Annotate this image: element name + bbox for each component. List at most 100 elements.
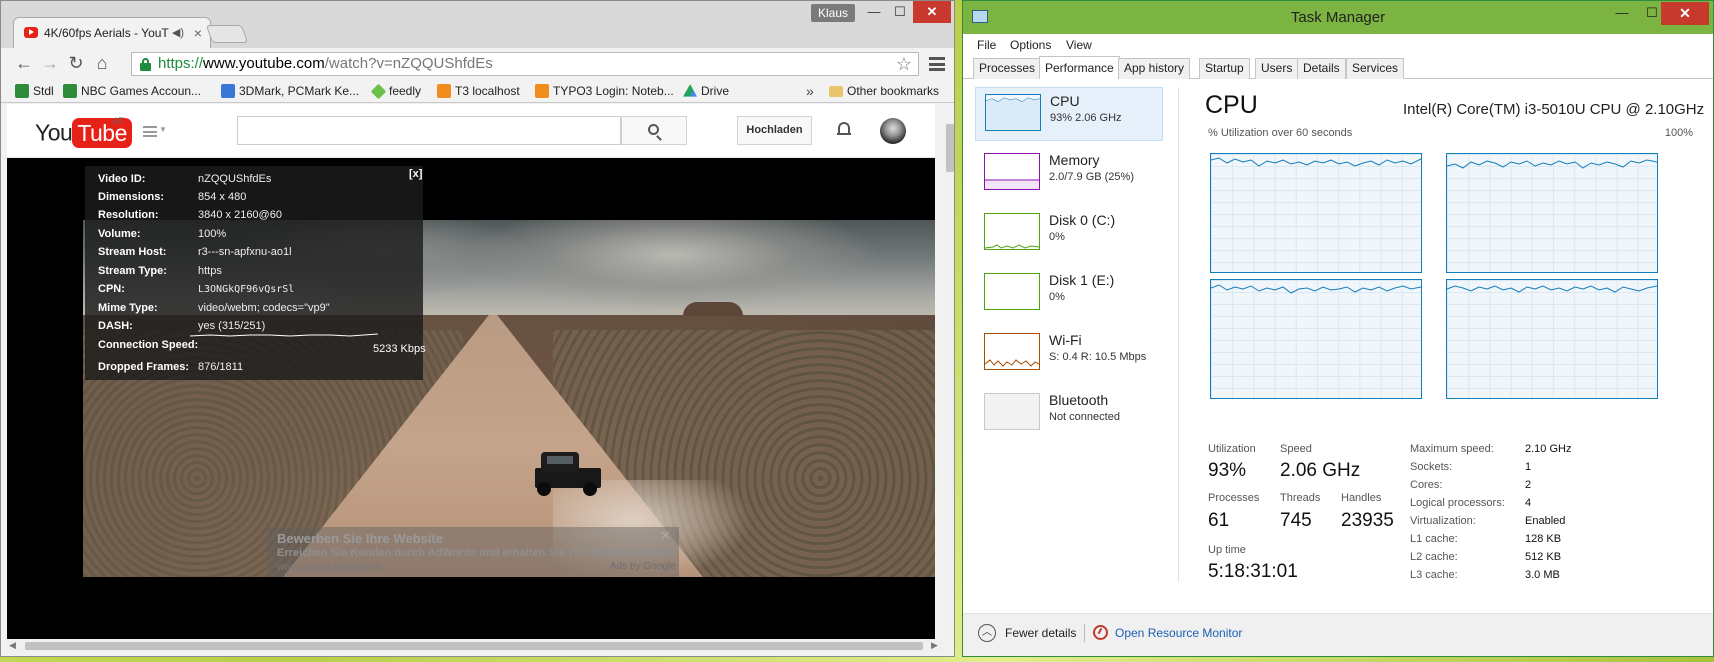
stats-close-button[interactable]: [x] <box>409 168 422 180</box>
processes-label: Processes <box>1208 492 1260 504</box>
forward-arrow-icon[interactable]: → <box>39 53 61 75</box>
bookmark-item[interactable]: T3 localhost <box>435 79 520 103</box>
chevron-up-icon[interactable]: ︿ <box>978 624 996 642</box>
browser-tab-active[interactable]: 4K/60fps Aerials - YouT ◀) × <box>13 17 211 48</box>
menu-file[interactable]: File <box>977 34 996 56</box>
stat-row: Dimensions: 854 x 480 <box>98 191 247 203</box>
scroll-right-arrow-icon[interactable]: ▶ <box>931 639 938 652</box>
reload-icon[interactable]: ↻ <box>65 53 87 75</box>
utilization-graph-max: 100% <box>1664 127 1693 139</box>
minimize-button[interactable]: — <box>861 1 887 23</box>
tab-performance[interactable]: Performance <box>1039 56 1120 80</box>
ad-overlay[interactable]: Bewerben Sie Ihre Website Erreichen Sie … <box>267 527 679 577</box>
resource-wifi[interactable]: Wi-Fi S: 0.4 R: 10.5 Mbps <box>975 327 1163 381</box>
stats-for-nerds-panel: [x] Video ID: nZQQUShfdEs Dimensions: 854 … <box>85 166 426 380</box>
tab-close-icon[interactable]: × <box>194 18 202 48</box>
resource-cpu[interactable]: CPU 93% 2.06 GHz <box>975 87 1163 141</box>
tab-processes[interactable]: Processes <box>973 58 1042 79</box>
detail-key: L3 cache: <box>1410 569 1458 581</box>
bookmark-item[interactable]: 3DMark, PCMark Ke... <box>219 79 359 103</box>
url-host: www.youtube.com <box>203 55 325 72</box>
detail-key: L2 cache: <box>1410 551 1458 563</box>
detail-key: L1 cache: <box>1410 533 1458 545</box>
task-manager-window: Task Manager — ☐ ✕ File Options View Pro… <box>962 0 1714 657</box>
search-input[interactable] <box>237 116 621 145</box>
ad-url[interactable]: www.google.at/adwords <box>277 562 383 573</box>
chrome-menu-icon[interactable] <box>929 57 945 71</box>
resource-disk1[interactable]: Disk 1 (E:) 0% <box>975 267 1163 321</box>
new-tab-button[interactable] <box>205 25 249 43</box>
scroll-left-arrow-icon[interactable]: ◀ <box>9 639 16 652</box>
tab-users[interactable]: Users <box>1255 58 1299 79</box>
threads-label: Threads <box>1280 492 1321 504</box>
ad-label: Ads by Google <box>610 561 676 572</box>
bookmark-item[interactable]: Stdl <box>13 79 54 103</box>
search-button[interactable] <box>621 116 687 145</box>
video-player[interactable]: [x] Video ID: nZQQUShfdEs Dimensions: 854 … <box>7 158 935 639</box>
connection-speed-graph <box>190 333 378 337</box>
resource-sub: Not connected <box>1049 411 1120 423</box>
resource-bluetooth[interactable]: Bluetooth Not connected <box>975 387 1163 441</box>
address-bar[interactable]: https://www.youtube.com/watch?v=nZQQUShf… <box>131 52 919 76</box>
open-resource-monitor-link[interactable]: Open Resource Monitor <box>1115 626 1242 640</box>
horizontal-scrollbar[interactable]: ◀ ▶ <box>7 639 944 652</box>
bookmarks-overflow-chevron[interactable]: » <box>806 79 814 103</box>
detail-value: 4 <box>1525 497 1532 509</box>
memory-mini-graph <box>984 153 1040 190</box>
tab-details[interactable]: Details <box>1297 58 1346 79</box>
guide-menu-icon[interactable] <box>143 126 157 137</box>
resource-memory[interactable]: Memory 2.0/7.9 GB (25%) <box>975 147 1163 201</box>
bookmark-item[interactable]: NBC Games Accoun... <box>61 79 201 103</box>
country-code: AT <box>113 116 124 126</box>
detail-key: Sockets: <box>1410 461 1453 473</box>
detail-value: 3.0 MB <box>1525 569 1560 581</box>
sheet-icon <box>63 84 77 98</box>
menu-view[interactable]: View <box>1066 34 1092 56</box>
menu-options[interactable]: Options <box>1010 34 1051 56</box>
stat-row: Dropped Frames: 876/1811 <box>98 361 244 373</box>
stat-row: Video ID: nZQQUShfdEs <box>98 173 272 185</box>
stat-row: Stream Type: https <box>98 265 222 277</box>
bookmark-item[interactable]: TYPO3 Login: Noteb... <box>533 79 674 103</box>
search-icon <box>648 124 659 135</box>
logical-processor-graph <box>1210 279 1422 399</box>
resource-monitor-icon[interactable] <box>1093 625 1108 640</box>
ad-title[interactable]: Bewerben Sie Ihre Website <box>277 531 443 546</box>
upload-button[interactable]: Hochladen <box>737 116 812 145</box>
cpu-heading: CPU <box>1205 91 1258 119</box>
youtube-masthead: You Tube AT ▼ Hochladen <box>7 104 935 158</box>
home-icon[interactable]: ⌂ <box>91 53 113 75</box>
bluetooth-mini-graph <box>984 393 1040 430</box>
resource-sub: 0% <box>1049 231 1065 243</box>
lock-icon <box>140 58 151 71</box>
resource-disk0[interactable]: Disk 0 (C:) 0% <box>975 207 1163 261</box>
detail-value: 1 <box>1525 461 1532 473</box>
detail-value: 2.10 GHz <box>1525 443 1572 455</box>
scrollbar-thumb[interactable] <box>946 124 954 172</box>
footer-separator <box>1084 624 1085 642</box>
close-button[interactable]: ✕ <box>913 1 951 23</box>
scrollbar-thumb[interactable] <box>25 642 923 650</box>
other-bookmarks-folder[interactable]: Other bookmarks <box>827 79 939 103</box>
tab-services[interactable]: Services <box>1346 58 1405 79</box>
disk0-mini-graph <box>984 213 1040 250</box>
notification-bell-icon[interactable] <box>837 122 851 137</box>
utilization-value: 93% <box>1208 460 1247 481</box>
pane-divider[interactable] <box>1178 87 1179 582</box>
vertical-scrollbar[interactable] <box>944 123 954 641</box>
close-button[interactable]: ✕ <box>1661 2 1709 25</box>
bookmark-star-icon[interactable]: ☆ <box>896 53 912 75</box>
detail-key: Cores: <box>1410 479 1443 491</box>
maximize-button[interactable]: ☐ <box>887 1 913 23</box>
ad-close-button[interactable]: ✕ <box>660 528 671 544</box>
minimize-button[interactable]: — <box>1609 5 1635 20</box>
back-arrow-icon[interactable]: ← <box>13 53 35 75</box>
bookmark-item[interactable]: Drive <box>681 79 729 103</box>
tab-startup[interactable]: Startup <box>1199 58 1250 79</box>
tab-app-history[interactable]: App history <box>1118 58 1191 79</box>
profile-badge[interactable]: Klaus <box>811 4 855 22</box>
fewer-details-link[interactable]: Fewer details <box>1005 626 1076 640</box>
chevron-down-icon: ▼ <box>159 125 167 134</box>
bookmark-item[interactable]: feedly <box>369 79 421 103</box>
avatar[interactable] <box>880 118 906 144</box>
